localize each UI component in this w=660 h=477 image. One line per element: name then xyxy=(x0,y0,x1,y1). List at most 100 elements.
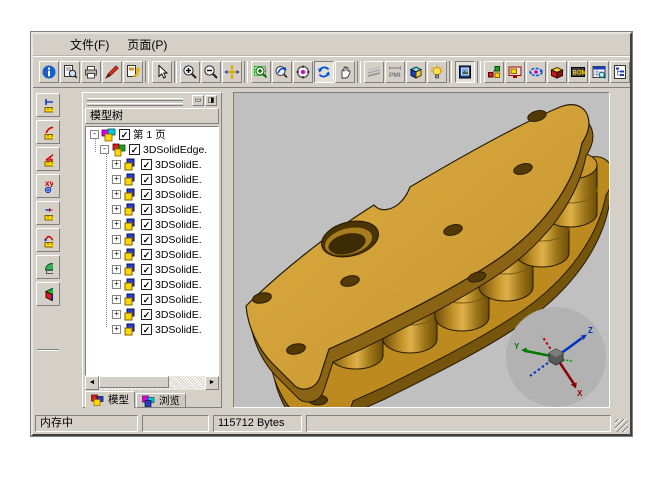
assembly-box-button[interactable] xyxy=(547,61,567,83)
tree-node-assembly[interactable]: - ✓ 3DSolidEdge. xyxy=(86,142,218,157)
scroll-right-button[interactable]: ► xyxy=(205,376,219,390)
info-button[interactable] xyxy=(39,61,59,83)
expand-toggle[interactable]: + xyxy=(112,325,121,334)
light-toggle-button[interactable] xyxy=(427,61,447,83)
node-checkbox[interactable]: ✓ xyxy=(141,204,152,215)
expand-toggle[interactable]: + xyxy=(112,190,121,199)
expand-toggle[interactable]: + xyxy=(112,175,121,184)
tree-node-part[interactable]: +✓3DSolidE. xyxy=(86,322,218,337)
tree-node-part[interactable]: +✓3DSolidE. xyxy=(86,247,218,262)
collapse-toggle[interactable]: - xyxy=(90,130,99,139)
app-window: 文件(F) 页面(P) PMI BOM xyxy=(31,32,632,436)
tab-browse[interactable]: 浏览 xyxy=(136,393,186,408)
model-tree[interactable]: - ✓ 第 1 页 - ✓ 3DSolidEdge. +✓3DSolidE. +… xyxy=(85,126,219,376)
node-checkbox[interactable]: ✓ xyxy=(141,159,152,170)
measure-angle-button[interactable] xyxy=(36,147,60,171)
axis-gizmo[interactable]: Z Y X xyxy=(506,307,606,407)
refresh-rotate-icon xyxy=(316,64,332,80)
bom-button[interactable]: BOM xyxy=(568,61,588,83)
animate-orbit-button[interactable] xyxy=(526,61,546,83)
export-page-button[interactable] xyxy=(123,61,143,83)
solid-box-icon xyxy=(43,285,53,303)
panel-gripper[interactable] xyxy=(87,103,183,106)
explode-parts-button[interactable] xyxy=(484,61,504,83)
node-label: 3DSolidE. xyxy=(155,159,202,171)
node-checkbox[interactable]: ✓ xyxy=(141,249,152,260)
viewport-3d[interactable]: Z Y X xyxy=(233,92,610,408)
expand-toggle[interactable]: + xyxy=(112,235,121,244)
resize-grip[interactable] xyxy=(615,419,628,432)
expand-toggle[interactable]: + xyxy=(112,280,121,289)
pmi-button[interactable]: PMI xyxy=(385,61,405,83)
expand-toggle[interactable]: + xyxy=(112,310,121,319)
tree-node-part[interactable]: +✓3DSolidE. xyxy=(86,277,218,292)
select-cursor-button[interactable] xyxy=(152,61,172,83)
zoom-in-button[interactable] xyxy=(180,61,200,83)
expand-toggle[interactable]: + xyxy=(112,295,121,304)
panel-maximize-button[interactable]: ▭ xyxy=(192,95,204,106)
panel-titlebar[interactable]: ▭ ◨ xyxy=(85,95,219,107)
coordinate-xyz-button[interactable]: xyz xyxy=(36,174,60,198)
expand-toggle[interactable]: + xyxy=(112,250,121,259)
scroll-left-button[interactable]: ◄ xyxy=(85,376,99,390)
panel-close-button[interactable]: ◨ xyxy=(205,95,217,106)
node-checkbox[interactable]: ✓ xyxy=(129,144,140,155)
tree-list-button[interactable] xyxy=(610,61,630,83)
node-checkbox[interactable]: ✓ xyxy=(141,264,152,275)
layers-button[interactable] xyxy=(364,61,384,83)
expand-toggle[interactable]: + xyxy=(112,205,121,214)
expand-toggle[interactable]: + xyxy=(112,265,121,274)
tree-node-part[interactable]: +✓3DSolidE. xyxy=(86,307,218,322)
node-checkbox[interactable]: ✓ xyxy=(141,219,152,230)
scrollbar-thumb[interactable] xyxy=(99,376,169,388)
node-checkbox[interactable]: ✓ xyxy=(119,129,130,140)
tree-node-page[interactable]: - ✓ 第 1 页 xyxy=(86,127,218,142)
hand-pan-button[interactable] xyxy=(335,61,355,83)
node-label: 第 1 页 xyxy=(133,127,166,142)
node-checkbox[interactable]: ✓ xyxy=(141,279,152,290)
measure-arc-button[interactable] xyxy=(36,120,60,144)
view-cube-button[interactable] xyxy=(406,61,426,83)
panel-gripper[interactable] xyxy=(87,98,183,101)
tab-model[interactable]: 模型 xyxy=(85,391,135,408)
protractor-button[interactable] xyxy=(36,255,60,279)
expand-toggle[interactable]: + xyxy=(112,160,121,169)
rotate-view-icon xyxy=(274,64,290,80)
solid-box-button[interactable] xyxy=(36,282,60,306)
spin-view-button[interactable] xyxy=(293,61,313,83)
tree-node-part[interactable]: +✓3DSolidE. xyxy=(86,202,218,217)
measure-distance-button[interactable] xyxy=(36,201,60,225)
scrollbar-track[interactable] xyxy=(99,376,205,390)
tree-node-part[interactable]: +✓3DSolidE. xyxy=(86,292,218,307)
print-preview-button[interactable] xyxy=(60,61,80,83)
tree-horizontal-scrollbar[interactable]: ◄ ► xyxy=(85,376,219,390)
print-button[interactable] xyxy=(81,61,101,83)
zoom-out-button[interactable] xyxy=(201,61,221,83)
tree-node-part[interactable]: +✓3DSolidE. xyxy=(86,262,218,277)
menu-page[interactable]: 页面(P) xyxy=(118,34,176,55)
rotate-view-button[interactable] xyxy=(272,61,292,83)
collapse-toggle[interactable]: - xyxy=(100,145,109,154)
refresh-rotate-button[interactable] xyxy=(314,61,334,83)
zoom-window-button[interactable] xyxy=(251,61,271,83)
node-checkbox[interactable]: ✓ xyxy=(141,294,152,305)
node-checkbox[interactable]: ✓ xyxy=(141,234,152,245)
tree-node-part[interactable]: + ✓3DSolidE. xyxy=(86,157,218,172)
image-view-button[interactable] xyxy=(455,61,475,83)
node-checkbox[interactable]: ✓ xyxy=(141,324,152,335)
expand-toggle[interactable]: + xyxy=(112,220,121,229)
tree-node-part[interactable]: +✓3DSolidE. xyxy=(86,187,218,202)
node-checkbox[interactable]: ✓ xyxy=(141,189,152,200)
tree-node-part[interactable]: +✓3DSolidE. xyxy=(86,232,218,247)
tree-node-part[interactable]: +✓3DSolidE. xyxy=(86,172,218,187)
menu-file[interactable]: 文件(F) xyxy=(61,34,118,55)
pan-button[interactable] xyxy=(222,61,242,83)
screen-capture-button[interactable] xyxy=(505,61,525,83)
report-viewer-button[interactable] xyxy=(589,61,609,83)
node-checkbox[interactable]: ✓ xyxy=(141,309,152,320)
node-checkbox[interactable]: ✓ xyxy=(141,174,152,185)
markup-pen-button[interactable] xyxy=(102,61,122,83)
measure-length-button[interactable] xyxy=(36,93,60,117)
tree-node-part[interactable]: +✓3DSolidE. xyxy=(86,217,218,232)
measure-curve-button[interactable] xyxy=(36,228,60,252)
